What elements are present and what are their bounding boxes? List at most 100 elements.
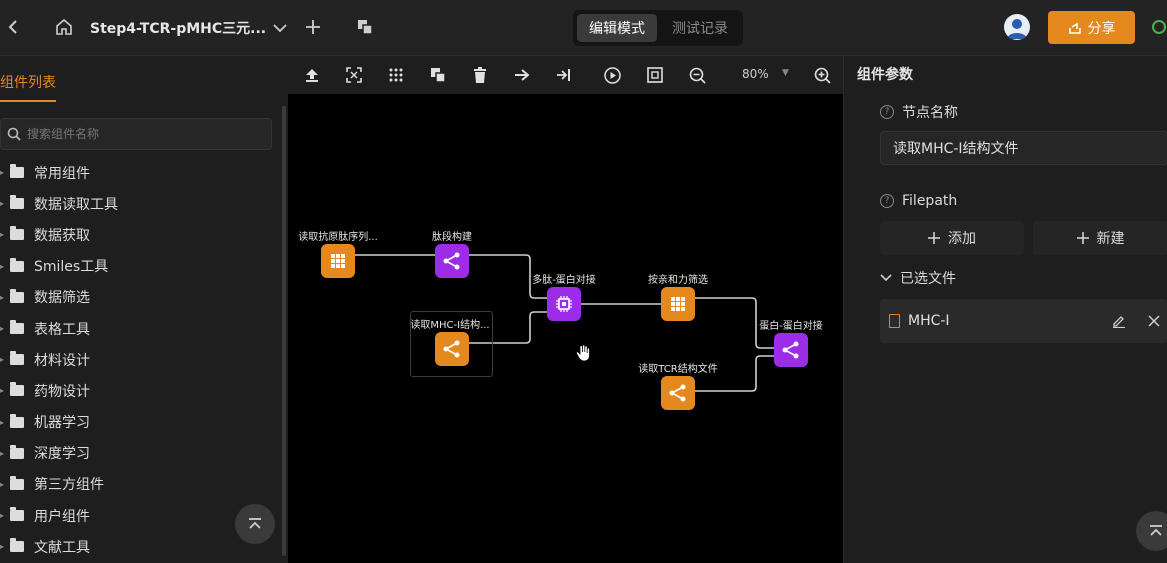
close-icon[interactable] <box>1148 315 1160 327</box>
share-icon <box>443 252 460 270</box>
top-bar: Step4-TCR-pMHC三元... 编辑模式 测试记录 分享 <box>0 0 1167 56</box>
caret-right-icon: ▸ <box>0 417 5 427</box>
selected-files-label: 已选文件 <box>900 271 956 287</box>
scroll-to-top-button[interactable] <box>235 504 275 544</box>
category-item[interactable]: ▸ 常用组件 <box>0 157 272 188</box>
category-label: 数据获取 <box>34 227 90 244</box>
category-item[interactable]: ▸ Smiles工具 <box>0 251 272 282</box>
add-file-button[interactable]: 添加 <box>880 221 1024 255</box>
fullscreen-icon[interactable] <box>645 65 665 85</box>
node-peptide-build[interactable] <box>435 244 469 278</box>
filepath-label-text: Filepath <box>902 193 958 209</box>
share-out-icon <box>1068 22 1081 34</box>
zoom-level[interactable]: 80% <box>742 67 769 81</box>
node-label: 按亲和力筛选 <box>648 275 708 286</box>
caret-right-icon: ▸ <box>0 230 5 240</box>
chevron-down-icon[interactable] <box>270 18 290 38</box>
help-icon[interactable]: ? <box>880 105 894 119</box>
back-icon[interactable] <box>4 16 22 38</box>
node-name-input[interactable]: 读取MHC-I结构文件 <box>880 131 1167 165</box>
node-label: 多肽-蛋白对接 <box>532 275 596 286</box>
category-item[interactable]: ▸ 机器学习 <box>0 407 272 438</box>
copy-icon[interactable] <box>355 17 375 37</box>
search-box <box>0 118 272 150</box>
category-label: 材料设计 <box>34 352 90 369</box>
table-icon <box>331 254 345 268</box>
category-label: 机器学习 <box>34 415 90 432</box>
selected-files-header[interactable]: 已选文件 <box>880 268 956 288</box>
share-button[interactable]: 分享 <box>1048 11 1135 44</box>
home-icon[interactable] <box>54 17 74 37</box>
category-item[interactable]: ▸ 第三方组件 <box>0 469 272 500</box>
caret-right-icon: ▸ <box>0 324 5 334</box>
tab-edit-mode[interactable]: 编辑模式 <box>577 14 657 42</box>
folder-icon <box>10 538 24 553</box>
category-label: 数据读取工具 <box>34 196 118 213</box>
node-read-tcr-structure[interactable] <box>661 376 695 410</box>
plus-icon <box>928 232 940 244</box>
node-peptide-protein-docking[interactable] <box>547 287 581 321</box>
category-item[interactable]: ▸ 深度学习 <box>0 438 272 469</box>
filepath-label: ? Filepath <box>880 193 957 209</box>
add-tab-icon[interactable] <box>302 16 324 38</box>
folder-icon <box>10 320 24 335</box>
play-icon[interactable] <box>602 65 622 85</box>
category-item[interactable]: ▸ 材料设计 <box>0 344 272 375</box>
category-item[interactable]: ▸ 数据读取工具 <box>0 188 272 219</box>
category-label: 深度学习 <box>34 446 90 463</box>
mode-switch: 编辑模式 测试记录 <box>573 10 743 46</box>
category-item[interactable]: ▸ 文献工具 <box>0 531 272 562</box>
folder-icon <box>10 475 24 490</box>
left-scrollbar[interactable] <box>282 106 286 556</box>
category-label: 药物设计 <box>34 383 90 400</box>
scroll-to-top-button[interactable] <box>1136 511 1167 551</box>
category-item[interactable]: ▸ 表格工具 <box>0 313 272 344</box>
node-affinity-filter[interactable] <box>661 287 695 321</box>
caret-right-icon: ▸ <box>0 479 5 489</box>
category-item[interactable]: ▸ 药物设计 <box>0 375 272 406</box>
search-input[interactable] <box>27 127 257 141</box>
category-label: 常用组件 <box>34 165 90 182</box>
category-item[interactable]: ▸ 数据获取 <box>0 219 272 250</box>
edit-icon[interactable] <box>1112 314 1126 328</box>
zoom-in-icon[interactable] <box>812 65 832 85</box>
file-icon <box>889 314 900 328</box>
zoom-dropdown-icon[interactable]: ▼ <box>782 68 789 78</box>
category-item[interactable]: ▸ 用户组件 <box>0 500 272 531</box>
upload-icon[interactable] <box>302 65 322 85</box>
step-into-icon[interactable] <box>554 65 574 85</box>
arrow-right-icon[interactable] <box>512 65 532 85</box>
folder-icon <box>10 288 24 303</box>
fit-selection-icon[interactable] <box>344 65 364 85</box>
caret-right-icon: ▸ <box>0 542 5 552</box>
file-row: MHC-I <box>880 299 1167 343</box>
caret-right-icon: ▸ <box>0 355 5 365</box>
new-file-button[interactable]: 新建 <box>1033 221 1167 255</box>
avatar[interactable] <box>1004 14 1030 40</box>
file-name: MHC-I <box>908 313 950 329</box>
category-item[interactable]: ▸ 数据筛选 <box>0 282 272 313</box>
workflow-canvas[interactable]: 读取抗原肽序列... 肽段构建 读取MHC-I结构... 多肽-蛋白对接 按亲和… <box>288 94 843 563</box>
share-label: 分享 <box>1087 20 1116 37</box>
share-icon <box>443 340 460 358</box>
node-read-mhc-structure[interactable] <box>435 332 469 366</box>
hand-cursor-icon <box>575 344 590 362</box>
node-protein-protein-docking[interactable] <box>774 333 808 367</box>
caret-right-icon: ▸ <box>0 386 5 396</box>
caret-right-icon: ▸ <box>0 168 5 178</box>
delete-icon[interactable] <box>470 65 490 85</box>
zoom-out-icon[interactable] <box>687 65 707 85</box>
caret-right-icon: ▸ <box>0 199 5 209</box>
duplicate-icon[interactable] <box>428 65 448 85</box>
add-label: 添加 <box>948 231 976 247</box>
category-label: 用户组件 <box>34 508 90 525</box>
folder-icon <box>10 195 24 210</box>
node-name-label: ? 节点名称 <box>880 102 958 122</box>
help-icon[interactable]: ? <box>880 194 894 208</box>
grid-icon[interactable] <box>386 65 406 85</box>
search-icon <box>7 127 21 141</box>
tab-test-records[interactable]: 测试记录 <box>661 14 739 42</box>
check-icon <box>1152 20 1166 34</box>
category-label: 文献工具 <box>34 539 90 556</box>
node-read-antigen-peptide[interactable] <box>321 244 355 278</box>
